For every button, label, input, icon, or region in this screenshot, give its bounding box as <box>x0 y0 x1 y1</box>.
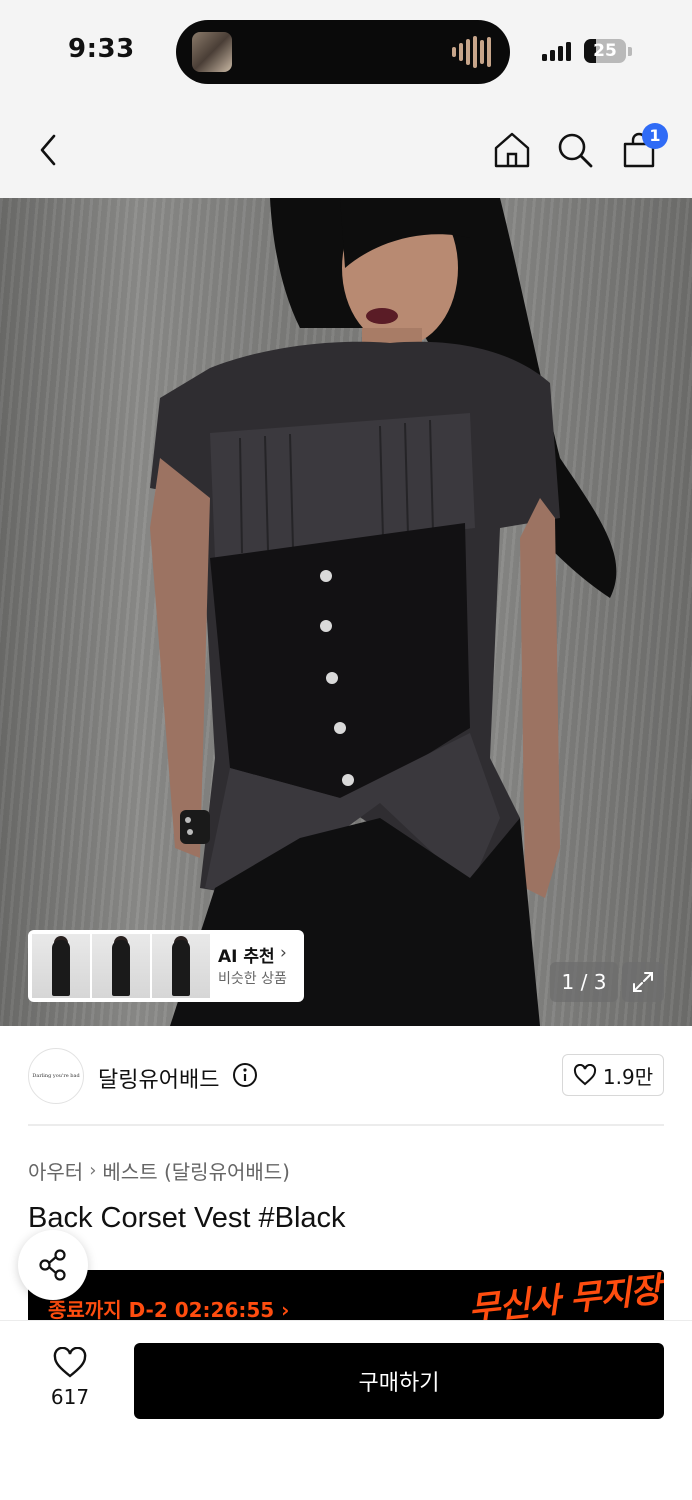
breadcrumb-subcategory[interactable]: 베스트 (달링유어배드) <box>102 1156 290 1185</box>
brand-row: Darling you're bad 달링유어배드 1.9만 <box>0 1026 692 1126</box>
search-button[interactable] <box>550 125 600 175</box>
share-button[interactable] <box>18 1230 88 1300</box>
audio-waveform-icon <box>452 36 492 68</box>
ai-recommend-title: AI 추천 <box>218 947 275 967</box>
share-icon <box>39 1249 66 1281</box>
status-time: 9:33 <box>68 34 135 64</box>
top-nav: 1 <box>0 100 692 198</box>
dynamic-island[interactable] <box>176 20 510 84</box>
now-playing-artwork <box>192 32 232 72</box>
recommendation-thumb[interactable] <box>32 934 90 998</box>
heart-icon <box>53 1347 87 1378</box>
wishlist-button[interactable]: 617 <box>40 1347 100 1419</box>
product-image-carousel[interactable]: AI 추천 › 비슷한 상품 1 / 3 <box>0 198 692 1026</box>
bottom-action-bar: 617 구매하기 <box>0 1320 692 1500</box>
chevron-right-icon: › <box>280 943 287 963</box>
product-photo <box>150 198 617 1026</box>
chevron-right-icon: › <box>89 1160 97 1181</box>
buy-button[interactable]: 구매하기 <box>134 1343 664 1419</box>
breadcrumb: 아우터 › 베스트 (달링유어배드) <box>28 1156 290 1185</box>
heart-icon <box>573 1064 596 1086</box>
info-icon[interactable] <box>232 1062 258 1088</box>
expand-icon <box>633 972 653 992</box>
brand-like-button[interactable]: 1.9만 <box>562 1054 664 1096</box>
product-title: Back Corset Vest #Black <box>28 1202 346 1234</box>
image-page-counter: 1 / 3 <box>550 962 618 1002</box>
promo-logo: 무신사 무지장 <box>466 1270 663 1322</box>
cart-count-badge: 1 <box>642 123 668 149</box>
divider <box>28 1124 664 1126</box>
wishlist-count: 617 <box>50 1385 90 1409</box>
brand-name[interactable]: 달링유어배드 <box>98 1062 219 1094</box>
battery-icon: 25 <box>584 39 626 63</box>
breadcrumb-category[interactable]: 아우터 <box>28 1156 83 1185</box>
cart-button[interactable]: 1 <box>614 123 668 175</box>
back-button[interactable] <box>24 125 74 175</box>
back-icon <box>40 134 56 166</box>
promo-banner[interactable]: 종료까지 D-2 02:26:55 › 무신사 무지장 <box>28 1270 664 1322</box>
cellular-signal-icon <box>542 41 571 61</box>
promo-countdown: 종료까지 D-2 02:26:55 › <box>48 1298 290 1322</box>
brand-logo[interactable]: Darling you're bad <box>28 1048 84 1104</box>
recommendation-thumb[interactable] <box>92 934 150 998</box>
brand-like-count: 1.9만 <box>602 1064 654 1089</box>
ai-recommend-subtitle: 비슷한 상품 <box>218 971 287 987</box>
ai-recommendation-strip[interactable]: AI 추천 › 비슷한 상품 <box>28 930 304 1002</box>
search-icon <box>558 133 593 168</box>
battery-level: 25 <box>593 41 617 61</box>
recommendation-thumb[interactable] <box>152 934 210 998</box>
expand-image-button[interactable] <box>622 962 664 1002</box>
home-icon <box>494 132 530 168</box>
home-button[interactable] <box>487 125 537 175</box>
status-bar: 9:33 25 <box>0 0 692 100</box>
